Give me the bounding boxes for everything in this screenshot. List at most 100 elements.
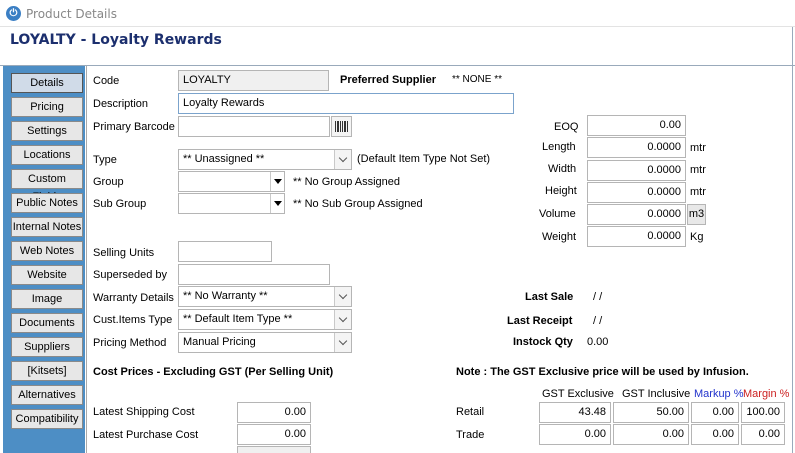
latest-purchase-field[interactable]: 0.00	[237, 424, 311, 445]
width-unit: mtr	[690, 164, 706, 176]
sidebar-item-image[interactable]: Image	[11, 289, 83, 309]
chevron-down-icon[interactable]	[334, 287, 351, 306]
sidebar-item-internal-notes[interactable]: Internal Notes	[11, 217, 83, 237]
type-value: ** Unassigned **	[183, 153, 265, 165]
trade-margin-field[interactable]: 0.00	[741, 424, 785, 445]
page-title: LOYALTY - Loyalty Rewards	[10, 32, 222, 48]
sidebar-item-website[interactable]: Website	[11, 265, 83, 285]
width-field[interactable]: 0.0000	[587, 160, 686, 181]
sidebar-item-documents[interactable]: Documents	[11, 313, 83, 333]
instock-value: 0.00	[587, 336, 609, 348]
group-label: Group	[93, 176, 124, 188]
subgroup-note: ** No Sub Group Assigned	[293, 198, 423, 210]
trade-gst-exclusive-field[interactable]: 0.00	[539, 424, 611, 445]
window-border	[792, 27, 793, 453]
volume-label: Volume	[539, 208, 576, 220]
retail-markup-field[interactable]: 0.00	[691, 402, 739, 423]
sidebar-item-pricing[interactable]: Pricing	[11, 97, 83, 117]
volume-field[interactable]: 0.0000	[587, 204, 686, 225]
sidebar-item-web-notes[interactable]: Web Notes	[11, 241, 83, 261]
sidebar-item-details[interactable]: Details	[11, 73, 83, 93]
weight-label: Weight	[542, 231, 577, 243]
eoq-field[interactable]: 0.00	[587, 115, 686, 136]
page-header: LOYALTY - Loyalty Rewards	[0, 27, 795, 66]
weight-field[interactable]: 0.0000	[587, 226, 686, 247]
sidebar-item-settings[interactable]: Settings	[11, 121, 83, 141]
chevron-down-icon[interactable]	[334, 310, 351, 329]
trade-label: Trade	[456, 429, 485, 441]
superseded-field[interactable]	[178, 264, 330, 285]
chevron-down-icon[interactable]	[334, 150, 351, 169]
volume-unit-button[interactable]: m3	[687, 204, 706, 225]
cost-field-partial	[237, 446, 311, 453]
trade-markup-field[interactable]: 0.00	[691, 424, 739, 445]
barcode-field[interactable]	[178, 116, 330, 137]
preferred-supplier-label: Preferred Supplier	[340, 74, 436, 86]
retail-label: Retail	[456, 406, 485, 418]
retail-gst-exclusive-field[interactable]: 43.48	[539, 402, 611, 423]
last-receipt-value: / /	[593, 315, 603, 327]
dropdown-arrow-icon[interactable]	[270, 194, 284, 213]
pricing-method-dropdown[interactable]: Manual Pricing	[178, 332, 352, 353]
type-dropdown[interactable]: ** Unassigned **	[178, 149, 352, 170]
app-icon: ⏻	[6, 6, 21, 21]
col-gst-exclusive: GST Exclusive	[542, 388, 614, 400]
col-margin: Margin %	[743, 388, 790, 400]
subgroup-dropdown[interactable]	[178, 193, 285, 214]
eoq-label: EOQ	[554, 121, 579, 133]
sidebar-item-public-notes[interactable]: Public Notes	[11, 193, 83, 213]
warranty-label: Warranty Details	[93, 292, 174, 304]
description-field[interactable]: Loyalty Rewards	[178, 93, 514, 114]
height-field[interactable]: 0.0000	[587, 182, 686, 203]
barcode-icon[interactable]	[331, 116, 352, 137]
chevron-down-icon[interactable]	[334, 333, 351, 352]
preferred-supplier-value: ** NONE **	[452, 74, 503, 85]
dropdown-arrow-icon[interactable]	[270, 172, 284, 191]
length-field[interactable]: 0.0000	[587, 137, 686, 158]
type-note: (Default Item Type Not Set)	[357, 153, 491, 165]
sidebar-item-alternatives[interactable]: Alternatives	[11, 385, 83, 405]
window-title: Product Details	[26, 7, 117, 21]
cust-type-dropdown[interactable]: ** Default Item Type **	[178, 309, 352, 330]
cost-prices-title: Cost Prices - Excluding GST (Per Selling…	[93, 366, 334, 378]
width-label: Width	[548, 163, 577, 175]
last-sale-label: Last Sale	[525, 291, 574, 303]
window-titlebar: ⏻ Product Details	[0, 0, 795, 27]
sidebar: Details Pricing Settings Locations Custo…	[3, 66, 85, 453]
code-label: Code	[93, 75, 120, 87]
warranty-value: ** No Warranty **	[183, 290, 268, 302]
latest-shipping-field[interactable]: 0.00	[237, 402, 311, 423]
gst-note: Note : The GST Exclusive price will be u…	[456, 366, 749, 378]
group-dropdown[interactable]	[178, 171, 285, 192]
cust-type-label: Cust.Items Type	[93, 314, 173, 326]
sidebar-item-custom-fields[interactable]: Custom Fields	[11, 169, 83, 203]
selling-units-field[interactable]	[178, 241, 272, 262]
pricing-method-value: Manual Pricing	[183, 336, 256, 348]
group-note: ** No Group Assigned	[293, 176, 401, 188]
sidebar-item-compatibility[interactable]: Compatibility	[11, 409, 83, 429]
sidebar-item-kitsets[interactable]: [Kitsets]	[11, 361, 83, 381]
type-label: Type	[93, 154, 117, 166]
weight-unit: Kg	[690, 231, 704, 243]
col-markup: Markup %	[694, 388, 744, 400]
cust-type-value: ** Default Item Type **	[183, 313, 293, 325]
trade-gst-inclusive-field[interactable]: 0.00	[613, 424, 689, 445]
last-sale-value: / /	[593, 291, 603, 303]
subgroup-label: Sub Group	[93, 198, 147, 210]
instock-label: Instock Qty	[513, 336, 573, 348]
barcode-label: Primary Barcode	[93, 121, 175, 133]
retail-gst-inclusive-field[interactable]: 50.00	[613, 402, 689, 423]
description-label: Description	[93, 98, 149, 110]
sidebar-item-suppliers[interactable]: Suppliers	[11, 337, 83, 357]
selling-units-label: Selling Units	[93, 247, 155, 259]
latest-shipping-label: Latest Shipping Cost	[93, 406, 195, 418]
col-gst-inclusive: GST Inclusive	[622, 388, 691, 400]
warranty-dropdown[interactable]: ** No Warranty **	[178, 286, 352, 307]
latest-purchase-label: Latest Purchase Cost	[93, 429, 199, 441]
sidebar-item-locations[interactable]: Locations	[11, 145, 83, 165]
height-unit: mtr	[690, 186, 706, 198]
retail-margin-field[interactable]: 100.00	[741, 402, 785, 423]
length-unit: mtr	[690, 142, 706, 154]
superseded-label: Superseded by	[93, 269, 167, 281]
last-receipt-label: Last Receipt	[507, 315, 573, 327]
